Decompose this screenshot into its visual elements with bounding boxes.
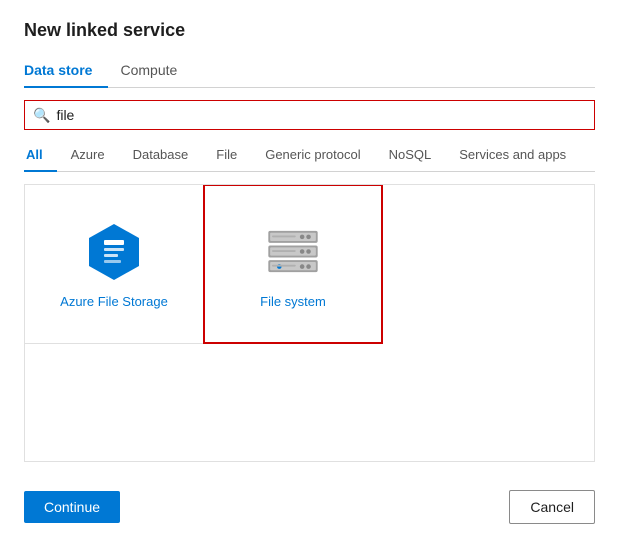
file-system-svg [261,224,325,279]
dialog-container: New linked service Data store Compute 🔍 … [0,0,619,544]
search-input[interactable] [56,107,586,123]
file-system-label: File system [260,294,326,309]
filter-tab-file[interactable]: File [202,141,251,172]
filter-tabs: All Azure Database File Generic protocol… [24,140,595,172]
dialog-title: New linked service [24,20,595,41]
cards-grid: Azure File Storage [24,184,595,462]
tab-data-store[interactable]: Data store [24,56,108,88]
filter-tab-all[interactable]: All [24,141,57,172]
cancel-button[interactable]: Cancel [509,490,595,524]
card-file-system[interactable]: File system [203,184,383,344]
search-row: 🔍 [24,100,595,130]
dialog-footer: Continue Cancel [24,478,595,524]
filter-tab-database[interactable]: Database [119,141,203,172]
filter-tab-services-apps[interactable]: Services and apps [445,141,580,172]
file-system-icon [261,220,325,284]
card-azure-file-storage[interactable]: Azure File Storage [24,184,204,344]
continue-button[interactable]: Continue [24,491,120,523]
azure-file-storage-icon [82,220,146,284]
filter-tab-azure[interactable]: Azure [57,141,119,172]
main-tabs: Data store Compute [24,55,595,88]
search-icon: 🔍 [33,107,50,124]
azure-file-storage-label: Azure File Storage [60,294,168,309]
filter-tab-nosql[interactable]: NoSQL [375,141,446,172]
search-box: 🔍 [24,100,595,130]
azure-file-storage-svg [84,222,144,282]
filter-tab-generic-protocol[interactable]: Generic protocol [251,141,374,172]
tab-compute[interactable]: Compute [120,56,193,88]
